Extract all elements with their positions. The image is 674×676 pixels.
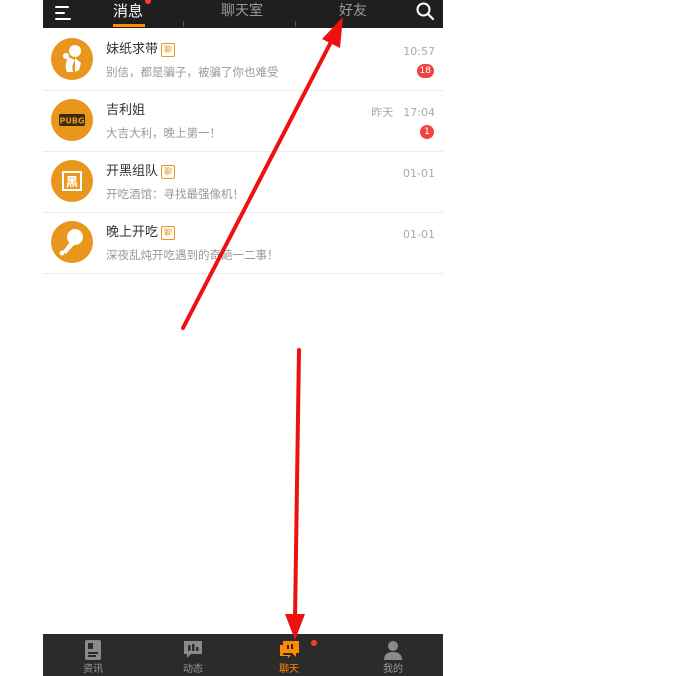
annotation-arrows bbox=[181, 17, 343, 640]
arrow-to-friends-tab bbox=[181, 17, 343, 330]
arrow-to-chat-nav bbox=[285, 348, 305, 640]
